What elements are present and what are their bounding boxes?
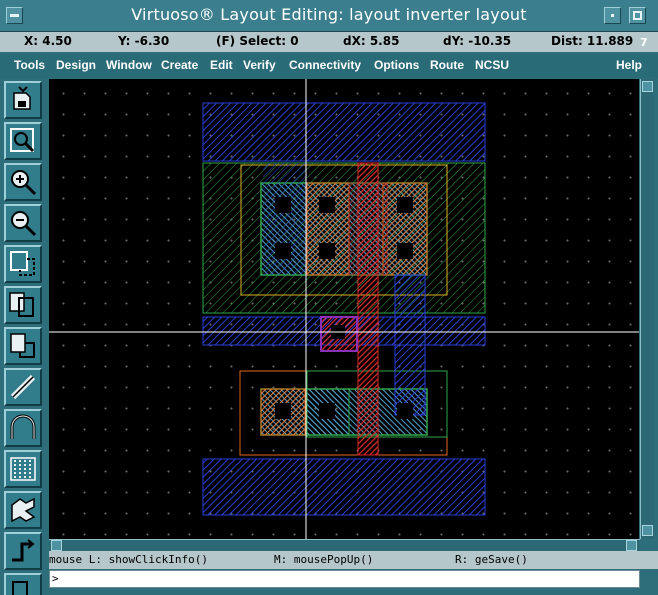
coordinate-bar: X: 4.50 Y: -6.30 (F) Select: 0 dX: 5.85 … [0,32,658,52]
distance-readout: Dist: 11.889 [551,34,634,48]
menu-window[interactable]: Window [106,58,152,72]
window-title: Virtuoso® Layout Editing: layout inverte… [131,5,527,24]
window-number: 7 [640,36,648,49]
path-icon [10,374,36,400]
zoom-in-icon [11,170,37,196]
pmos-diffusion-source [382,182,428,276]
layout-canvas[interactable] [49,79,639,539]
menu-route[interactable]: Route [430,58,464,72]
minimize-button[interactable] [604,7,621,24]
contact [275,243,291,259]
tool-palette [4,79,44,595]
menu-ncsu[interactable]: NCSU [475,58,509,72]
scroll-right-arrow[interactable] [626,540,637,551]
bend-tool-button[interactable] [4,409,42,447]
contact [397,243,413,259]
path-tool-button[interactable] [4,368,42,406]
horizontal-scrollbar[interactable] [49,539,640,551]
minimize-icon [611,14,614,17]
contact [275,197,291,213]
gnd-rail-metal[interactable] [202,458,486,516]
delta-x-readout: dX: 5.85 [343,34,400,48]
route-tool-button[interactable] [4,532,42,570]
command-prompt: > [52,572,59,585]
menu-edit[interactable]: Edit [210,58,233,72]
cursor-y-readout: Y: -6.30 [118,34,170,48]
bend-icon [10,414,36,439]
stretch-tool-button[interactable] [4,245,42,283]
contact [397,403,413,419]
scroll-down-arrow[interactable] [642,525,653,536]
scroll-left-arrow[interactable] [51,540,62,551]
contact [275,403,291,419]
save-tool-button[interactable] [4,81,42,119]
save-icon [13,86,31,110]
layout-drawing [49,79,639,539]
select-count-readout: (F) Select: 0 [216,34,299,48]
zoom-out-icon [11,211,37,237]
command-input[interactable]: > [49,570,640,588]
move-icon [10,333,35,358]
menu-design[interactable]: Design [56,58,96,72]
move-tool-button[interactable] [4,327,42,365]
maximize-icon [633,11,642,20]
output-metal[interactable] [394,274,426,416]
mouse-binding-bar: mouse L: showClickInfo() M: mousePopUp()… [49,551,658,569]
maximize-button[interactable] [629,7,646,24]
mouse-right-binding: R: geSave() [455,553,528,566]
instance-tool-button[interactable] [4,450,42,488]
scroll-up-arrow[interactable] [642,81,653,92]
poly-gate-pmos-overlap [348,182,388,276]
mouse-left-binding: mouse L: showClickInfo() [49,553,208,566]
fit-view-tool-button[interactable] [4,122,42,160]
copy-icon [9,292,34,317]
menu-tools[interactable]: Tools [14,58,45,72]
contact [319,197,335,213]
cursor-x-readout: X: 4.50 [24,34,72,48]
instance-icon [10,457,36,481]
contact [319,243,335,259]
pins-tool-button[interactable] [4,491,42,529]
vertical-scrollbar[interactable] [640,79,654,539]
menu-connectivity[interactable]: Connectivity [289,58,361,72]
pmos-diffusion-drain [306,182,350,276]
menu-bar: Tools Design Window Create Edit Verify C… [0,54,658,78]
fit-view-icon [10,128,35,153]
menu-verify[interactable]: Verify [243,58,276,72]
pins-icon [11,497,36,523]
contact [319,403,335,419]
delta-y-readout: dY: -10.35 [443,34,512,48]
route-icon [12,539,35,562]
zoom-in-tool-button[interactable] [4,163,42,201]
title-bar: Virtuoso® Layout Editing: layout inverte… [0,0,658,32]
menu-help[interactable]: Help [616,58,642,72]
menu-options[interactable]: Options [374,58,419,72]
undo-icon [12,581,28,595]
mouse-middle-binding: M: mousePopUp() [274,553,374,566]
contact [397,197,413,213]
zoom-out-tool-button[interactable] [4,204,42,242]
stretch-icon [10,251,35,276]
menu-create[interactable]: Create [161,58,198,72]
undo-tool-button[interactable] [4,573,42,595]
vdd-rail-metal[interactable] [202,102,486,162]
copy-tool-button[interactable] [4,286,42,324]
